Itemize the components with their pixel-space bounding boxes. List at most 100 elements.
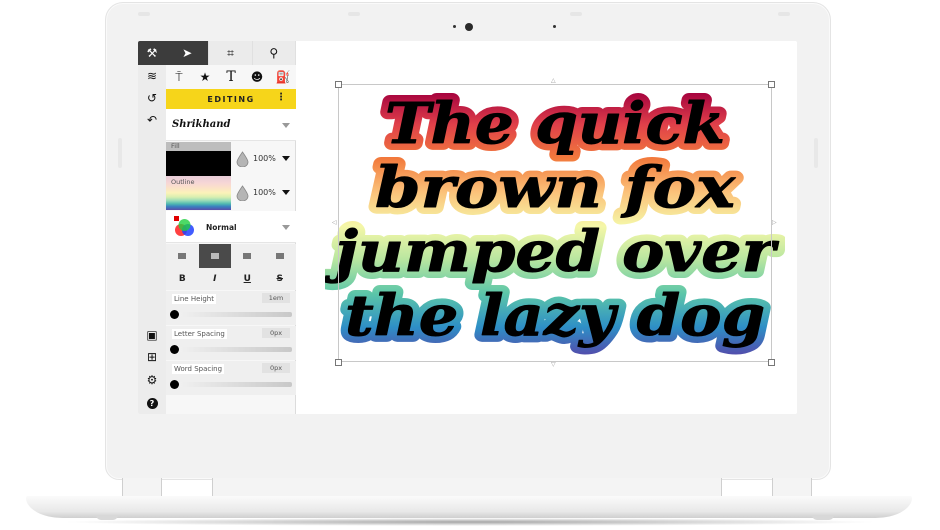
font-selector[interactable]: Shrikhand bbox=[166, 109, 296, 141]
foot bbox=[96, 515, 118, 520]
bumper bbox=[570, 12, 582, 16]
resize-arrow-right-icon[interactable]: ▷ bbox=[772, 219, 777, 226]
resize-handle-bottom-left[interactable] bbox=[335, 359, 342, 366]
word-spacing-label: Word Spacing bbox=[172, 364, 225, 374]
hinge-bar bbox=[212, 478, 722, 498]
align-right-icon bbox=[243, 253, 252, 259]
word-spacing-control: Word Spacing 0px bbox=[166, 361, 296, 395]
chevron-down-icon[interactable] bbox=[282, 156, 290, 161]
align-right-button[interactable] bbox=[231, 244, 264, 268]
help-glyph: ? bbox=[146, 397, 158, 409]
letter-spacing-value[interactable]: 0px bbox=[262, 328, 290, 338]
webcam bbox=[465, 23, 473, 31]
new-folder-icon[interactable]: ⊞ bbox=[138, 346, 166, 368]
outline-opacity-value[interactable]: 100% bbox=[253, 188, 276, 197]
bumper bbox=[348, 12, 360, 16]
align-center-button[interactable] bbox=[198, 244, 231, 268]
align-left-button[interactable] bbox=[166, 244, 199, 268]
italic-button[interactable]: I bbox=[199, 268, 232, 290]
letter-spacing-label: Letter Spacing bbox=[172, 329, 227, 339]
camera-sensor bbox=[553, 25, 556, 28]
text-icon: T bbox=[226, 69, 236, 85]
bold-button[interactable]: B bbox=[166, 268, 199, 290]
search-icon: ⚲ bbox=[269, 46, 279, 60]
design-canvas[interactable]: The quick brown fox jumped over the lazy do… bbox=[297, 41, 797, 414]
word-spacing-slider[interactable] bbox=[174, 382, 292, 387]
paint-roller-icon: ⍑ bbox=[175, 69, 183, 84]
app-screen: ⚒ ≋ ↺ ↶ ▣ ⊞ ⚙ ? ➤ ⌗ ⚲ ⍑ ★ T ☻ ⛽ EDITING … bbox=[138, 41, 797, 414]
pointer-icon: ➤ bbox=[182, 46, 193, 60]
line-height-label: Line Height bbox=[172, 294, 216, 304]
layers-icon[interactable]: ≋ bbox=[138, 65, 166, 87]
bumper bbox=[778, 12, 790, 16]
align-justify-button[interactable] bbox=[264, 244, 297, 268]
opacity-drop-icon bbox=[236, 151, 249, 167]
editing-label: EDITING bbox=[207, 94, 255, 104]
letter-spacing-slider-thumb[interactable] bbox=[170, 345, 179, 354]
selection-box[interactable] bbox=[338, 84, 772, 362]
emoji-button[interactable]: ☻ bbox=[244, 65, 270, 89]
fill-row: Fill 100% bbox=[166, 142, 296, 176]
foot bbox=[812, 515, 834, 520]
word-spacing-value[interactable]: 0px bbox=[262, 363, 290, 373]
underline-button[interactable]: U bbox=[231, 268, 264, 290]
history-icon[interactable]: ↺ bbox=[138, 87, 166, 109]
text-button[interactable]: T bbox=[218, 65, 244, 89]
search-button[interactable]: ⚲ bbox=[252, 41, 296, 65]
opacity-drop-icon bbox=[236, 185, 249, 201]
letter-spacing-control: Letter Spacing 0px bbox=[166, 326, 296, 360]
side-bumper bbox=[814, 138, 818, 168]
paint-roller-button[interactable]: ⍑ bbox=[166, 65, 192, 89]
line-height-control: Line Height 1em bbox=[166, 291, 296, 325]
align-justify-icon bbox=[275, 253, 284, 259]
line-height-slider[interactable] bbox=[174, 312, 292, 317]
font-name: Shrikhand bbox=[172, 119, 231, 130]
blend-mode-selector[interactable]: Normal bbox=[166, 211, 296, 243]
outline-color-swatch[interactable]: Outline bbox=[166, 176, 231, 210]
camera-sensor bbox=[453, 25, 456, 28]
blend-mode-icon bbox=[174, 216, 194, 236]
strikethrough-button[interactable]: S bbox=[264, 268, 297, 290]
base-shadow bbox=[60, 518, 880, 526]
fill-opacity-value[interactable]: 100% bbox=[253, 154, 276, 163]
fill-color-swatch[interactable]: Fill bbox=[166, 142, 231, 176]
main-toolbar: ➤ ⌗ ⚲ bbox=[166, 41, 296, 65]
insert-toolbar: ⍑ ★ T ☻ ⛽ bbox=[166, 65, 296, 89]
tools-icon[interactable]: ⚒ bbox=[138, 41, 166, 65]
resize-arrow-bottom-icon[interactable]: ▽ bbox=[551, 361, 556, 368]
chevron-down-icon[interactable] bbox=[282, 190, 290, 195]
settings-icon[interactable]: ⚙ bbox=[138, 369, 166, 391]
laptop-mockup: ⚒ ≋ ↺ ↶ ▣ ⊞ ⚙ ? ➤ ⌗ ⚲ ⍑ ★ T ☻ ⛽ EDITING … bbox=[0, 0, 940, 530]
line-height-value[interactable]: 1em bbox=[262, 293, 290, 303]
resize-handle-top-left[interactable] bbox=[335, 81, 342, 88]
align-left-icon bbox=[178, 253, 187, 259]
more-options-icon[interactable]: ⋮ bbox=[276, 92, 286, 103]
left-rail: ⚒ ≋ ↺ ↶ ▣ ⊞ ⚙ ? bbox=[138, 41, 166, 414]
crop-tool-button[interactable]: ⌗ bbox=[209, 41, 253, 65]
help-icon[interactable]: ? bbox=[138, 392, 166, 414]
resize-arrow-left-icon[interactable]: ◁ bbox=[332, 219, 337, 226]
text-style-buttons: B I U S bbox=[166, 268, 296, 290]
resize-arrow-top-icon[interactable]: △ bbox=[551, 77, 556, 84]
letter-spacing-slider[interactable] bbox=[174, 347, 292, 352]
hinge bbox=[122, 478, 162, 498]
editing-header: EDITING ⋮ bbox=[166, 89, 296, 109]
fill-bucket-button[interactable]: ⛽ bbox=[270, 65, 296, 89]
star-icon: ★ bbox=[199, 70, 211, 84]
chevron-down-icon bbox=[282, 123, 290, 128]
side-bumper bbox=[118, 138, 122, 168]
bumper bbox=[138, 12, 150, 16]
align-center-icon bbox=[210, 253, 219, 259]
star-button[interactable]: ★ bbox=[192, 65, 218, 89]
resize-handle-top-right[interactable] bbox=[768, 81, 775, 88]
alignment-buttons bbox=[166, 244, 296, 268]
pointer-tool-button[interactable]: ➤ bbox=[166, 41, 210, 65]
line-height-slider-thumb[interactable] bbox=[170, 310, 179, 319]
hinge bbox=[772, 478, 812, 498]
save-icon[interactable]: ▣ bbox=[138, 324, 166, 346]
undo-icon[interactable]: ↶ bbox=[138, 109, 166, 131]
word-spacing-slider-thumb[interactable] bbox=[170, 380, 179, 389]
chevron-down-icon bbox=[282, 225, 290, 230]
resize-handle-bottom-right[interactable] bbox=[768, 359, 775, 366]
outline-label: Outline bbox=[171, 178, 195, 186]
